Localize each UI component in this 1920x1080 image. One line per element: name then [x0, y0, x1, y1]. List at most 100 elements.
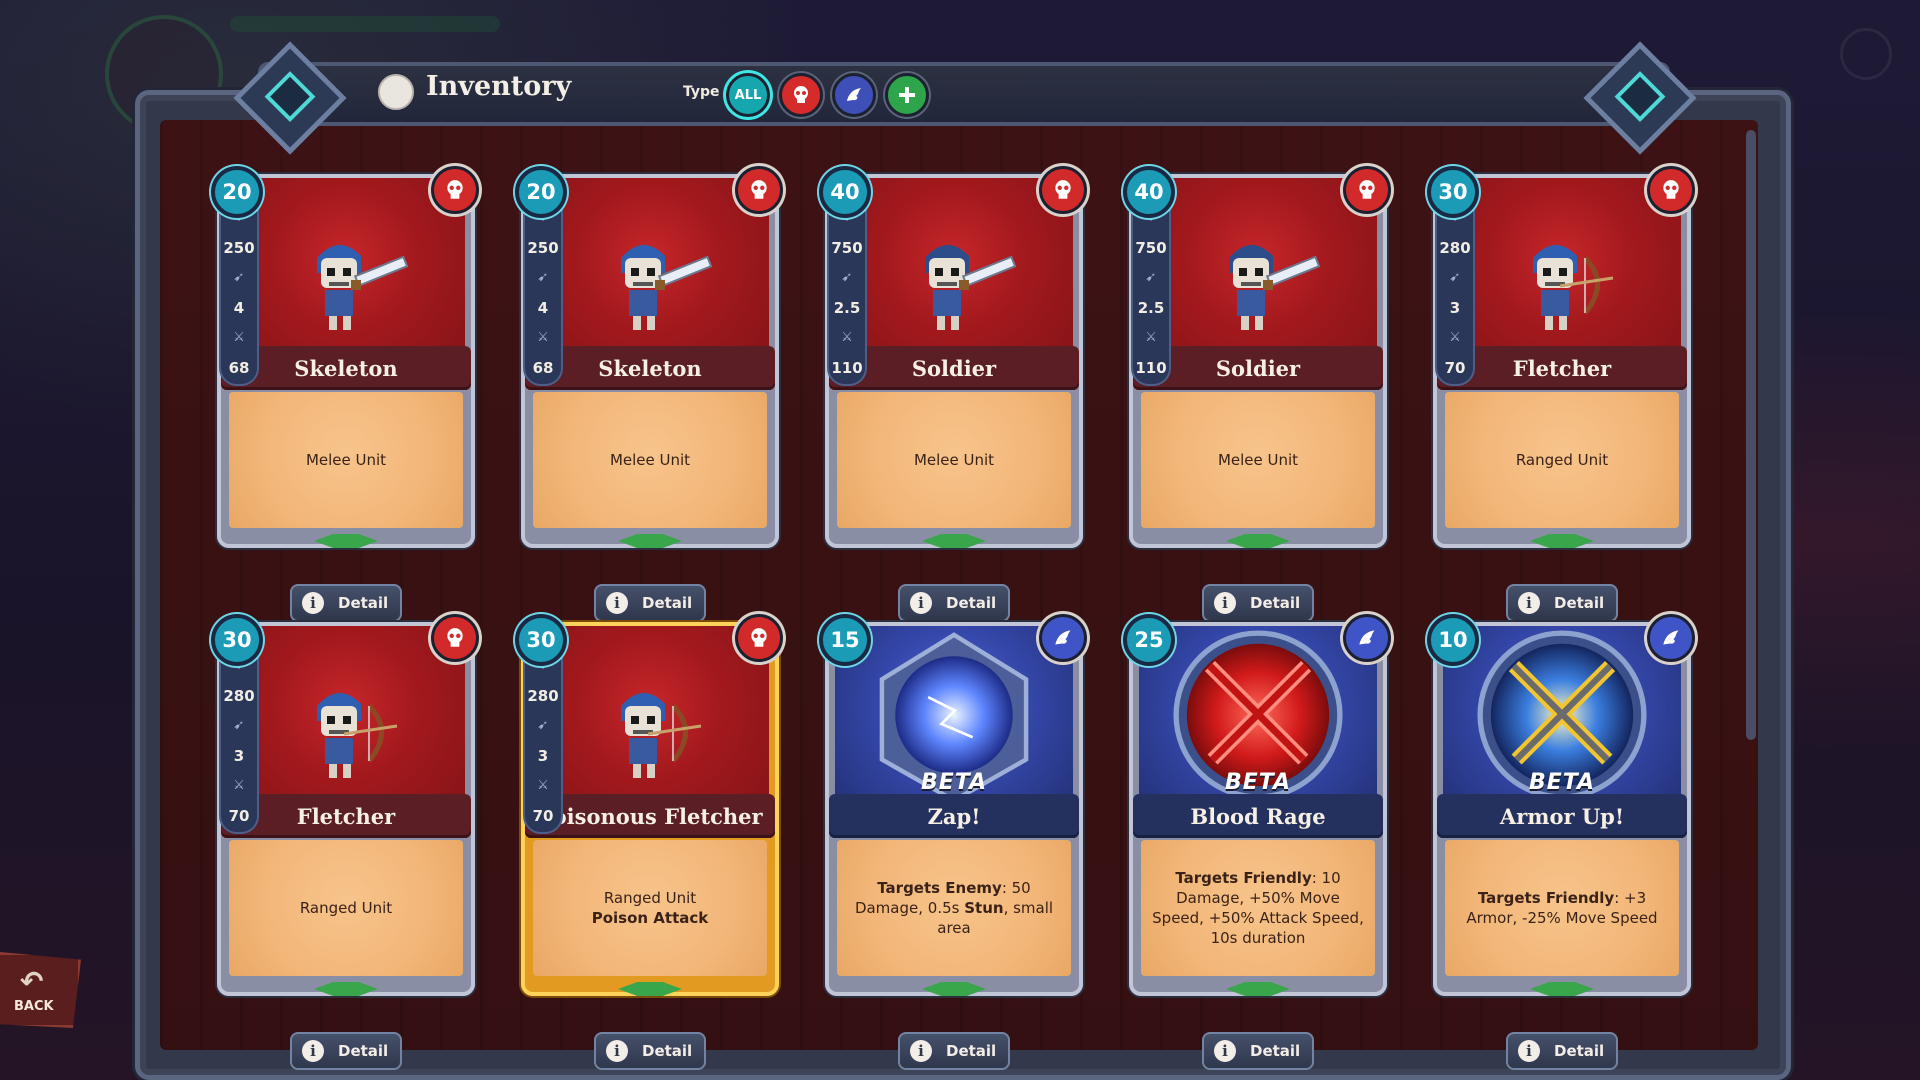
detail-label: Detail [338, 1042, 389, 1060]
level-badge: 25 [1123, 614, 1175, 666]
boot-icon: ➹ [1145, 270, 1157, 286]
card-name: Zap! [829, 794, 1079, 838]
card-desc-line2: Poison Attack [591, 909, 709, 927]
stat-attack: 70 [228, 806, 250, 825]
card-description: Ranged Unit [1445, 392, 1679, 528]
boot-icon: ➹ [233, 718, 245, 734]
inventory-card[interactable]: ♥250➹4⚔68SkeletonMelee Unit20iDetail [515, 166, 783, 622]
skull-icon [447, 180, 463, 199]
skull-icon [751, 628, 767, 647]
desc-target: Targets Friendly [1175, 868, 1312, 887]
stat-speed: 4 [537, 298, 549, 317]
level-badge: 20 [211, 166, 263, 218]
back-button[interactable]: ↶ BACK [0, 952, 81, 1028]
detail-label: Detail [1250, 1042, 1301, 1060]
card-art [1139, 178, 1377, 356]
dragon-icon [1359, 630, 1375, 645]
inventory-card[interactable]: ♥280➹3⚔70FletcherRanged Unit30iDetail [211, 614, 479, 1070]
filter-cross-button[interactable] [885, 73, 929, 117]
player-hud [0, 0, 700, 133]
stat-hp: 280 [527, 686, 559, 705]
dragon-icon [847, 88, 861, 101]
level-badge: 15 [819, 614, 871, 666]
level-badge: 40 [1123, 166, 1175, 218]
detail-button[interactable]: i Detail [594, 1032, 706, 1070]
level-badge: 40 [819, 166, 871, 218]
card-art [227, 626, 465, 804]
dragon-icon [1055, 630, 1071, 645]
skull-icon [794, 86, 808, 103]
card-name: Armor Up! [1437, 794, 1687, 838]
stats-column: ♥280➹3⚔70 [1435, 202, 1475, 386]
detail-label: Detail [1554, 1042, 1605, 1060]
card-description: Targets Friendly: 10 Damage, +50% Move S… [1141, 840, 1375, 976]
card-art [531, 178, 769, 356]
inventory-card[interactable]: ♥280➹3⚔70FletcherRanged Unit30iDetail [1427, 166, 1695, 622]
boot-icon: ➹ [537, 718, 549, 734]
inventory-bag-icon [378, 74, 414, 110]
card-desc-line: Ranged Unit [299, 898, 393, 917]
inventory-card[interactable]: ♥280➹3⚔70Poisonous FletcherRanged UnitPo… [515, 614, 783, 1070]
level-badge: 20 [515, 166, 567, 218]
type-badge [431, 614, 479, 662]
card-description: Ranged Unit [229, 840, 463, 976]
info-icon: i [302, 592, 324, 614]
stats-column: ♥250➹4⚔68 [523, 202, 563, 386]
sword-icon: ⚔ [233, 778, 245, 794]
stats-column: ♥750➹2.5⚔110 [827, 202, 867, 386]
skull-icon [1359, 180, 1375, 199]
level-badge: 30 [515, 614, 567, 666]
desc-effect: Stun [964, 898, 1004, 917]
card-name: Blood Rage [1133, 794, 1383, 838]
page-title: Inventory [426, 71, 572, 102]
stat-speed: 3 [233, 746, 245, 765]
inventory-card[interactable]: ♥250➹4⚔68SkeletonMelee Unit20iDetail [211, 166, 479, 622]
unit-sprite [621, 692, 702, 778]
beta-label: BETA [1224, 770, 1292, 795]
inventory-card[interactable]: BETA Armor Up! Targets Friendly: +3 Armor,… [1427, 614, 1695, 1070]
filter-dragon-button[interactable] [832, 73, 876, 117]
stat-attack: 110 [831, 358, 863, 377]
inventory-card[interactable]: ♥750➹2.5⚔110SoldierMelee Unit40iDetail [819, 166, 1087, 622]
detail-button[interactable]: i Detail [898, 1032, 1010, 1070]
stat-hp: 750 [831, 238, 863, 257]
type-badge [1039, 166, 1087, 214]
stat-speed: 3 [537, 746, 549, 765]
level-badge: 30 [211, 614, 263, 666]
type-badge [1343, 166, 1391, 214]
beta-label: BETA [1528, 770, 1596, 795]
detail-button[interactable]: i Detail [1506, 1032, 1618, 1070]
info-icon: i [606, 1040, 628, 1062]
inventory-card[interactable]: BETA Blood Rage Targets Friendly: 10 Damag… [1123, 614, 1391, 1070]
detail-button[interactable]: i Detail [1202, 1032, 1314, 1070]
type-badge [1647, 166, 1695, 214]
card-description: Melee Unit [533, 392, 767, 528]
unit-sprite [925, 244, 1017, 330]
info-icon: i [302, 1040, 324, 1062]
stat-hp: 750 [1135, 238, 1167, 257]
boot-icon: ➹ [233, 270, 245, 286]
detail-label: Detail [642, 594, 693, 612]
xp-bar [230, 16, 500, 32]
skull-icon [751, 180, 767, 199]
filter-skull-button[interactable] [779, 73, 823, 117]
filter-all-button[interactable]: ALL [726, 73, 770, 117]
card-desc-line: Melee Unit [913, 450, 995, 469]
type-badge [735, 166, 783, 214]
stats-column: ♥750➹2.5⚔110 [1131, 202, 1171, 386]
sword-icon: ⚔ [1449, 330, 1461, 346]
boot-icon: ➹ [841, 270, 853, 286]
card-description: Targets Friendly: +3 Armor, -25% Move Sp… [1445, 840, 1679, 976]
card-desc-line: Ranged Unit [1515, 450, 1609, 469]
detail-button[interactable]: i Detail [290, 1032, 402, 1070]
inventory-card[interactable]: ♥750➹2.5⚔110SoldierMelee Unit40iDetail [1123, 166, 1391, 622]
stat-speed: 2.5 [1137, 298, 1165, 317]
settings-gear-icon[interactable] [1840, 28, 1892, 80]
inventory-scrollbar[interactable] [1746, 130, 1756, 740]
skull-icon [1663, 180, 1679, 199]
boot-icon: ➹ [1449, 270, 1461, 286]
type-badge [1039, 614, 1087, 662]
stat-attack: 70 [532, 806, 554, 825]
card-desc-line: Melee Unit [1217, 450, 1299, 469]
inventory-card[interactable]: BETA Zap! Targets Enemy: 50 Damage, 0.5s S… [819, 614, 1087, 1070]
